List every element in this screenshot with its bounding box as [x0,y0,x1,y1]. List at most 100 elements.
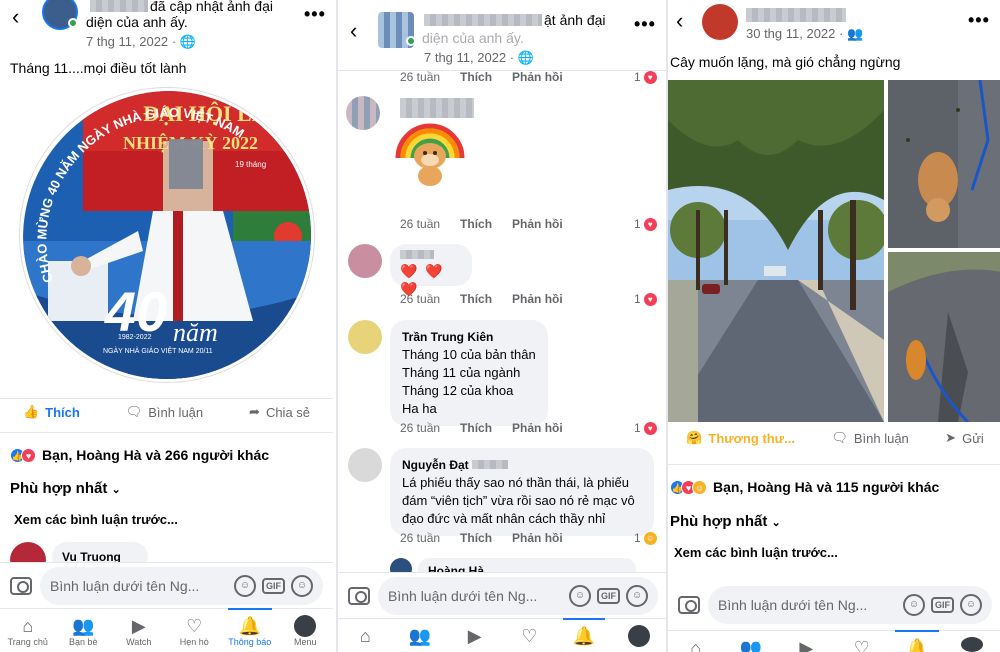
watch-icon: ▶ [799,638,814,652]
heart-reaction-icon: ♥ [643,217,657,231]
heart-reaction-icon: ♥ [21,448,36,463]
comment-icon: 🗨 [831,430,848,445]
comment-like-link[interactable]: Thích [460,217,492,231]
emoji-icon[interactable]: ☺ [626,584,648,607]
profile-picture-image[interactable]: ĐẠI HỘI LẦN NHIỆM KỲ 2022 19 tháng CHÀO … [20,88,314,382]
comment-button[interactable]: 🗨 Bình luận [126,404,203,420]
emoji-icon[interactable]: ☺ [291,574,313,597]
tab-home[interactable]: ⌂ Trang chủ [0,609,56,652]
more-options-icon[interactable]: ••• [634,14,656,35]
tab-watch[interactable]: ▶ [447,619,502,652]
avatar[interactable] [702,4,738,40]
comment-reaction-count[interactable]: 1 ♥ [634,70,657,84]
more-options-icon[interactable]: ••• [304,4,326,25]
tab-notifications[interactable]: 🔔 [557,618,612,652]
sticker-icon[interactable]: ☺ [234,574,256,597]
tab-home[interactable]: ⌂ [338,619,393,652]
comment-reply-link[interactable]: Phản hồi [512,217,563,231]
gif-icon[interactable]: GIF [931,597,954,613]
avatar[interactable] [348,448,382,482]
tab-friends[interactable]: 👥 [723,631,778,652]
comment-reaction-count[interactable]: 1 ♥ [634,292,657,306]
tab-notifications[interactable]: 🔔 Thông báo [222,608,278,652]
tab-notifications[interactable]: 🔔 [889,630,944,652]
sticker-icon[interactable]: ☺ [569,584,591,607]
dog-photo-top[interactable] [888,80,1000,248]
tab-dating[interactable]: ♡ [834,631,889,652]
dog-photo-bottom[interactable] [888,252,1000,422]
comment-text-line: Lá phiếu thấy sao nó thần thái, là phiếu [402,475,629,490]
tab-friends[interactable]: 👥 [393,619,448,652]
tab-watch[interactable]: ▶ Watch [111,609,167,652]
tab-dating[interactable]: ♡ [502,619,557,652]
sticker-graphic [395,123,465,186]
tab-menu[interactable] [611,619,666,652]
comment-like-link[interactable]: Thích [460,70,492,84]
comment-reply-link[interactable]: Phản hồi [512,70,563,84]
sort-dropdown[interactable]: Phù hợp nhất ⌄ [670,513,781,530]
comment-reply-link[interactable]: Phản hồi [512,421,563,435]
comment-input[interactable]: Bình luận dưới tên Ng... ☺ GIF ☺ [40,566,323,605]
comment-like-link[interactable]: Thích [460,292,492,306]
bottom-tab-bar: ⌂ Trang chủ 👥 Bạn bè ▶ Watch ♡ Hẹn hò 🔔 Thông… [0,608,333,652]
back-arrow-icon[interactable]: ‹ [676,8,683,34]
author-name-blurred [90,0,148,12]
comment-reaction-count[interactable]: 1 ☺ [634,531,657,545]
back-arrow-icon[interactable]: ‹ [350,18,357,44]
sticker-icon[interactable]: ☺ [903,594,925,616]
thumbs-up-icon: 👍 [22,404,40,419]
comment-text-line: Tháng 10 của bản thân [402,347,536,362]
comment-bubble: Trần Trung Kiên Tháng 10 của bản thân Th… [390,320,548,426]
comment-reaction-count[interactable]: 1 ♥ [634,217,657,231]
post-panel-profile-update: ‹ đã cập nhật ảnh đại diện của anh ấy. 7… [0,0,333,652]
comment-button[interactable]: 🗨 Bình luận [831,430,908,446]
tab-menu[interactable]: Menu [278,609,334,652]
profile-picture-graphic: ĐẠI HỘI LẦN NHIỆM KỲ 2022 19 tháng CHÀO … [23,91,311,379]
comment-text-line: đạo đức và mất nhân cách thầy nhỉ [402,511,606,526]
post-header-line2: diện của anh ấy. [86,14,188,30]
comment-like-link[interactable]: Thích [460,531,492,545]
tab-watch[interactable]: ▶ [779,631,834,652]
more-options-icon[interactable]: ••• [968,10,990,31]
comment-reply-link[interactable]: Phản hồi [512,531,563,545]
camera-icon[interactable] [678,596,700,614]
avatar-blurred[interactable] [346,96,380,130]
emoji-icon[interactable]: ☺ [960,594,982,616]
tree-road-graphic [668,80,884,422]
sort-dropdown[interactable]: Phù hợp nhất ⌄ [10,480,121,497]
divider [0,398,333,399]
tab-menu[interactable] [945,631,1000,652]
avatar[interactable] [348,320,382,354]
send-button[interactable]: ➤ Gửi [945,430,984,446]
tab-home[interactable]: ⌂ [668,631,723,652]
tree-road-photo[interactable] [668,80,884,422]
post-date: 30 thg 11, 2022 · 👥 [746,26,864,41]
view-previous-comments[interactable]: Xem các bình luận trước... [14,512,178,527]
comment-like-link[interactable]: Thích [460,421,492,435]
comment-reply-link[interactable]: Phản hồi [512,292,563,306]
comment-meta: 26 tuần Thích Phản hồi [400,70,563,84]
gif-icon[interactable]: GIF [262,577,285,594]
camera-icon[interactable] [348,586,370,605]
back-arrow-icon[interactable]: ‹ [12,4,19,30]
care-reaction-button[interactable]: 🤗 Thương thư... [686,430,795,446]
reactions-summary[interactable]: 👍 ♥ Bạn, Hoàng Hà và 266 người khác [10,446,269,463]
view-previous-comments[interactable]: Xem các bình luận trước... [674,545,838,560]
comment-text-line: Tháng 11 của ngành [402,365,521,380]
heart-reaction-icon: ♥ [643,292,657,306]
comment-input[interactable]: Bình luận dưới tên Ng... ☺ GIF ☺ [378,576,658,615]
comment-reaction-count[interactable]: 1 ♥ [634,421,657,435]
reactions-summary[interactable]: 👍 ♥ ☺ Bạn, Hoàng Hà và 115 người khác [670,478,939,495]
avatar[interactable] [348,244,382,278]
share-button[interactable]: ➦ Chia sẻ [249,404,310,420]
camera-icon[interactable] [10,576,32,595]
tab-friends[interactable]: 👥 Bạn bè [56,609,112,652]
like-button[interactable]: 👍 Thích [23,404,80,420]
gif-icon[interactable]: GIF [597,587,620,604]
author-name-blurred [746,8,846,22]
tab-dating[interactable]: ♡ Hẹn hò [167,609,223,652]
comment-meta: 26 tuần Thích Phản hồi [400,421,563,435]
comment-meta: 26 tuần Thích Phản hồi [400,217,563,231]
comment-input[interactable]: Bình luận dưới tên Ng... ☺ GIF ☺ [708,586,992,624]
dog-rainbow-sticker[interactable] [392,118,468,188]
